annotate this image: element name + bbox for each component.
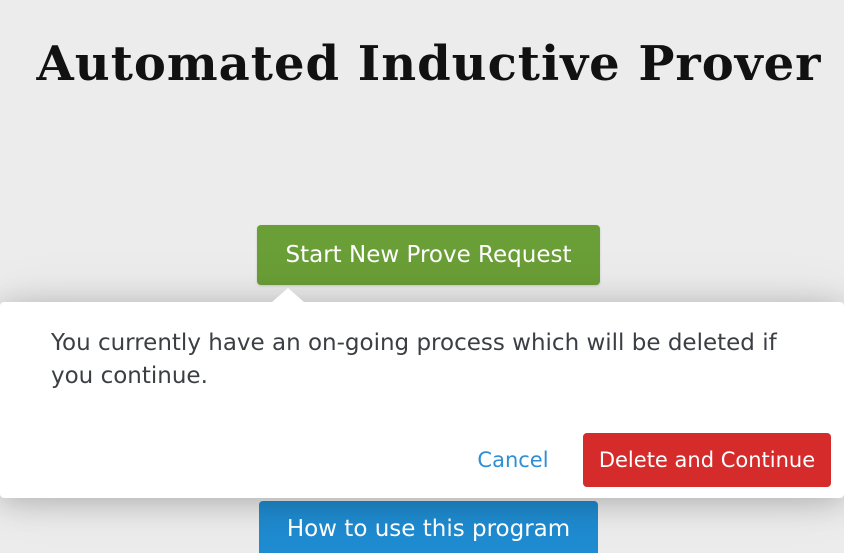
how-to-use-button[interactable]: How to use this program [259,501,598,553]
page: Automated Inductive Prover Start New Pro… [0,0,844,553]
start-new-prove-request-button[interactable]: Start New Prove Request [257,225,600,285]
cancel-button[interactable]: Cancel [468,435,558,485]
page-title: Automated Inductive Prover [36,36,822,92]
confirm-popover: You currently have an on-going process w… [0,288,844,498]
delete-and-continue-button[interactable]: Delete and Continue [583,433,831,487]
popover-arrow [272,288,304,302]
confirm-message: You currently have an on-going process w… [51,330,777,389]
